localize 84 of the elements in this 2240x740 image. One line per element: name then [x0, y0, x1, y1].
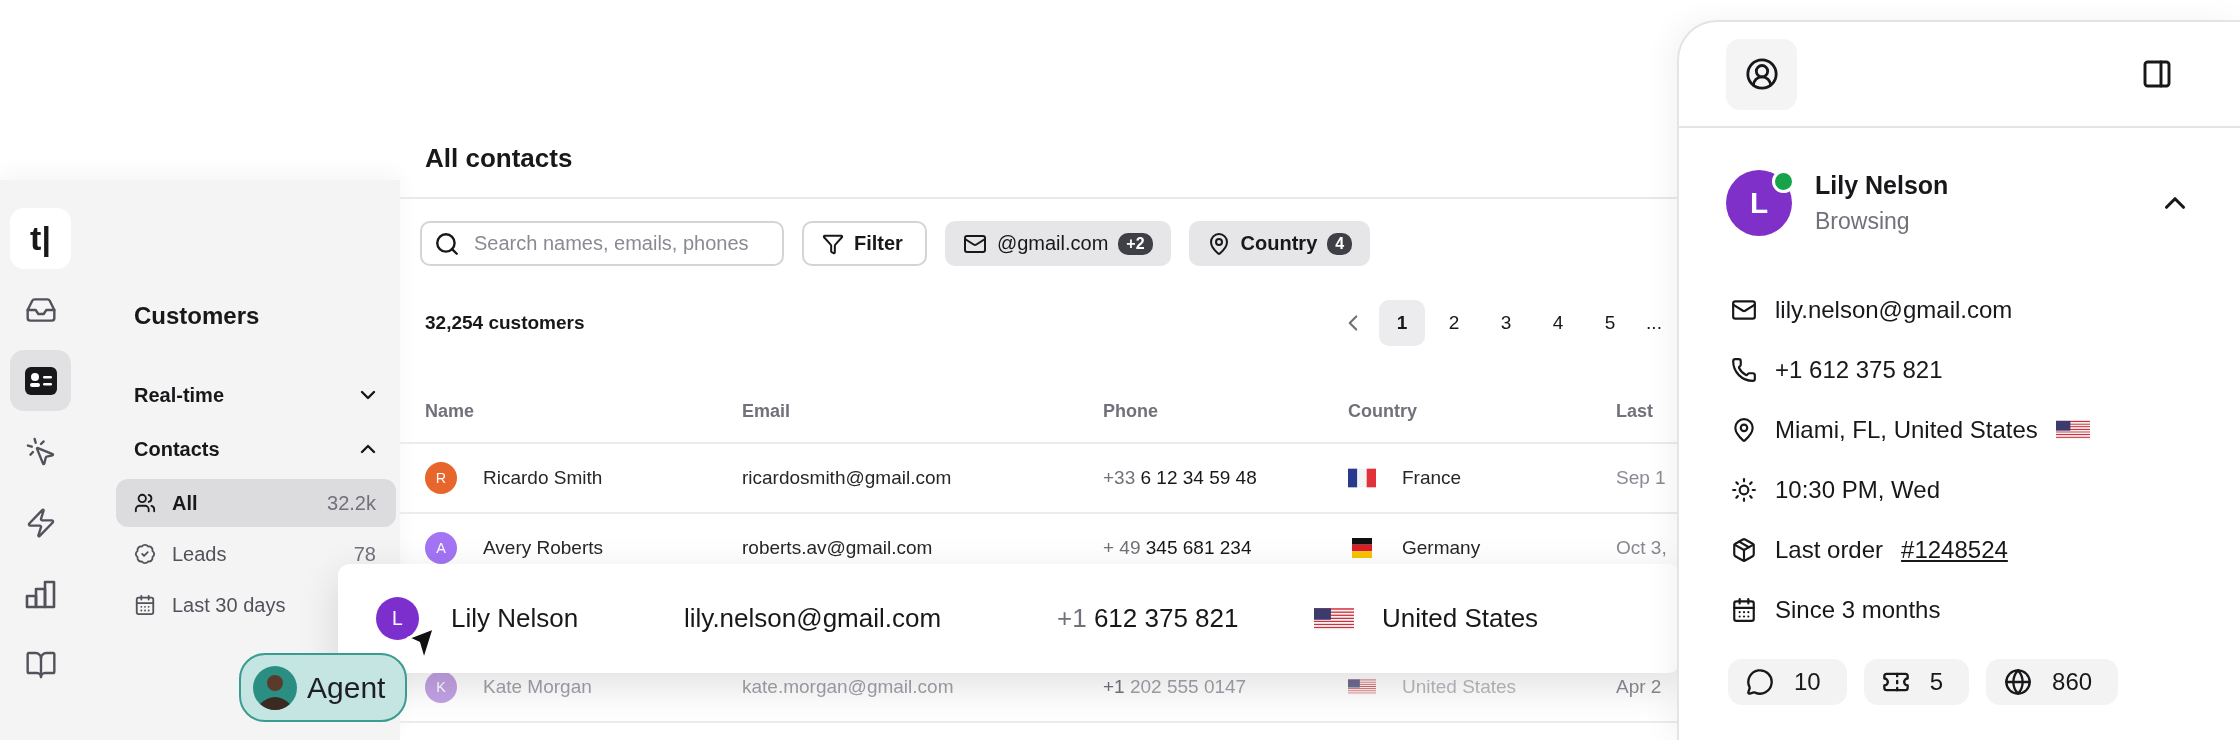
contact-card-icon [23, 365, 58, 396]
detail-text: Miami, FL, United States [1775, 416, 2038, 444]
contact-email: lily.nelson@gmail.com [684, 603, 943, 634]
avatar-icon [253, 665, 297, 710]
page-button[interactable]: 4 [1535, 300, 1581, 346]
contact-name: Ricardo Smith [483, 467, 603, 489]
sidebar-item[interactable]: Last 30 days [116, 581, 306, 629]
contact-status: Browsing [1815, 208, 1911, 235]
chat-bubble-icon [1746, 668, 1774, 696]
cursor-click-icon [24, 435, 57, 468]
contact-email: ricardosmith@gmail.com [742, 467, 953, 489]
detail-text: Last order [1775, 536, 1884, 564]
order-link[interactable]: #1248524 [1901, 536, 2008, 564]
detail-text: 10:30 PM, Wed [1775, 476, 1940, 504]
contact-phone: +33 6 12 34 59 48 [1103, 467, 1258, 489]
phone-icon [1731, 357, 1757, 383]
calendar-icon [1731, 597, 1757, 623]
mail-icon [1731, 297, 1757, 323]
avatar: A [425, 532, 457, 564]
filter-button[interactable]: Filter [802, 221, 927, 266]
detail-text: lily.nelson@gmail.com [1775, 296, 2013, 324]
contact-name: Avery Roberts [483, 537, 604, 559]
column-header: Last [1616, 400, 1654, 422]
calendar-icon [134, 594, 156, 616]
nav-rail-button[interactable] [10, 350, 71, 411]
section-header[interactable]: Real-time [116, 368, 396, 422]
map-pin-icon [1731, 417, 1757, 443]
detail-text: Since 3 months [1775, 596, 1941, 624]
funnel-icon [822, 232, 844, 255]
page-button[interactable]: 1 [1379, 300, 1425, 346]
stat-chip: 10 [1728, 659, 1847, 705]
contact-country: Germany [1402, 537, 1481, 559]
profile-button[interactable] [1726, 38, 1797, 110]
avatar: L [1726, 170, 1792, 236]
app-logo: t| [10, 208, 71, 269]
contact-email: roberts.av@gmail.com [742, 537, 934, 559]
section-header[interactable]: Contacts [116, 422, 396, 476]
filter-chip[interactable]: @gmail.com +2 [944, 221, 1171, 266]
contact-name: Lily Nelson [450, 603, 580, 634]
page-button[interactable]: 2 [1431, 300, 1477, 346]
page-button[interactable]: 5 [1587, 300, 1633, 346]
search-icon [434, 231, 460, 257]
globe-icon [2004, 668, 2033, 696]
bar-chart-icon [24, 578, 57, 609]
contact-phone: +1 202 555 0147 [1103, 676, 1248, 698]
page-ellipsis: ... [1645, 312, 1663, 334]
contact-phone: + 49 345 681 234 [1103, 537, 1253, 559]
badge-check-icon [134, 543, 156, 565]
last-seen: Oct 3, [1616, 537, 1668, 559]
contact-name: Lily Nelson [1815, 171, 1950, 200]
last-seen: Apr 2 [1616, 676, 1663, 698]
contact-country: United States [1382, 603, 1539, 634]
agent-label: Agent [307, 670, 386, 705]
contact-phone: +1 612 375 821 [1057, 603, 1240, 634]
contact-name: Kate Morgan [483, 676, 592, 698]
avatar: R [425, 462, 457, 494]
user-circle-icon [1744, 57, 1779, 91]
section-label: Real-time [134, 383, 225, 407]
column-header: Email [742, 400, 792, 422]
column-header: Name [425, 400, 476, 422]
column-header: Phone [1103, 400, 1159, 422]
column-header: Country [1348, 400, 1418, 422]
contact-email: kate.morgan@gmail.com [742, 676, 955, 698]
contact-country: United States [1402, 676, 1517, 698]
users-icon [134, 492, 156, 514]
sidebar-item[interactable]: All 32.2k [116, 479, 396, 527]
dragged-row-card[interactable]: L Lily Nelson lily.nelson@gmail.com +1 612 375 821 United States [338, 564, 1680, 673]
avatar: L [376, 597, 419, 640]
stat-chip: 5 [1863, 659, 1970, 705]
package-icon [1731, 537, 1757, 563]
filter-chip[interactable]: Country 4 [1188, 221, 1371, 266]
sun-icon [1731, 477, 1757, 503]
contact-country: France [1402, 467, 1462, 489]
avatar: K [425, 671, 457, 703]
page-button[interactable]: 3 [1483, 300, 1529, 346]
stat-chip: 860 [1986, 659, 2119, 705]
customer-count: 32,254 customers [425, 312, 585, 334]
section-label: Contacts [134, 437, 220, 461]
search-field[interactable]: Search names, emails, phones [420, 221, 784, 266]
sidebar-title: Customers [133, 301, 261, 331]
detail-text: +1 612 375 821 [1775, 356, 1943, 384]
page-title: All contacts [400, 120, 1677, 199]
agent-badge[interactable]: Agent [239, 653, 407, 722]
last-seen: Sep 1 [1616, 467, 1667, 489]
